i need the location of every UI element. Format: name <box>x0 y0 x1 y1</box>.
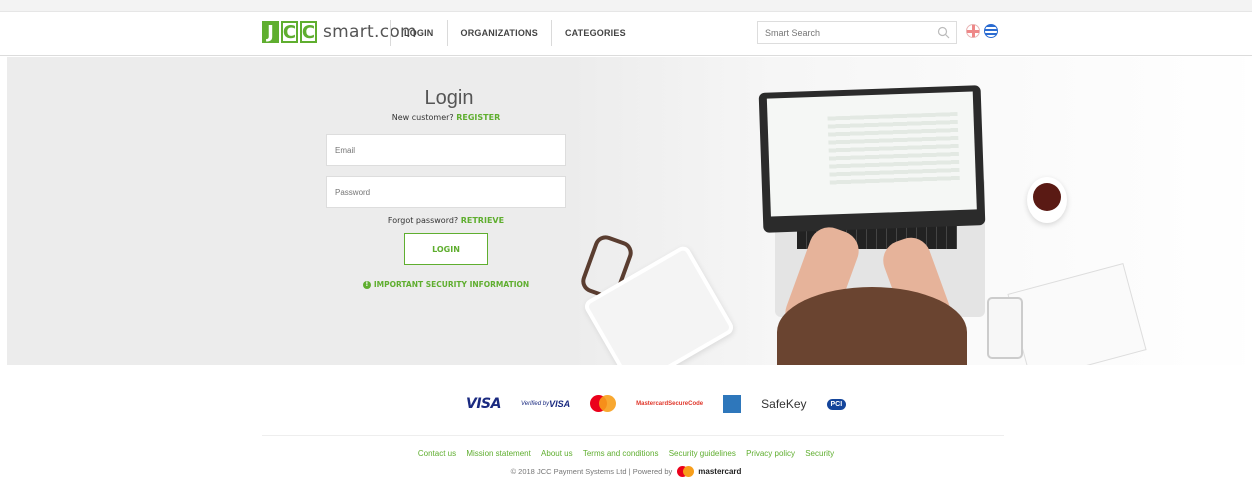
footer-link-about[interactable]: About us <box>541 449 573 458</box>
coffee-cup-image <box>1027 177 1067 223</box>
verified-visa-text: VISA <box>549 398 571 409</box>
footer-link-security[interactable]: Security <box>805 449 834 458</box>
footer-link-contact[interactable]: Contact us <box>418 449 456 458</box>
amex-logo <box>723 395 742 413</box>
mastercard-wordmark: mastercard <box>698 467 742 476</box>
mastercard-small-logo <box>677 466 695 477</box>
smart-search <box>757 21 957 44</box>
logo-letter-c2: C <box>300 21 317 43</box>
mastercard-securecode-logo: Mastercard SecureCode <box>636 400 703 408</box>
footer-links: Contact us Mission statement About us Te… <box>0 449 1252 458</box>
mc-sc-line1: Mastercard <box>636 401 669 407</box>
verified-by-text: Verified by <box>520 400 550 407</box>
info-icon: ! <box>362 280 371 289</box>
mastercard-logo <box>590 395 617 413</box>
pci-logo: PCI <box>826 398 847 410</box>
login-form: Login New customer? REGISTER Forgot pass… <box>326 87 566 289</box>
hero-banner <box>7 57 1245 365</box>
visa-logo: VISA <box>466 396 501 412</box>
logo-letter-j: J <box>262 21 279 43</box>
new-customer-text: New customer? <box>391 113 454 122</box>
footer-link-terms[interactable]: Terms and conditions <box>583 449 659 458</box>
site-header: J C C smart.com LOGIN ORGANIZATIONS CATE… <box>0 12 1252 56</box>
password-field[interactable] <box>326 176 566 208</box>
login-title: Login <box>424 87 474 109</box>
nav-organizations[interactable]: ORGANIZATIONS <box>446 20 551 46</box>
email-field[interactable] <box>326 134 566 166</box>
security-info-text: IMPORTANT SECURITY INFORMATION <box>373 280 530 289</box>
nav-login[interactable]: LOGIN <box>390 20 447 46</box>
powered-by-text: Powered by <box>632 467 673 476</box>
nav-categories[interactable]: CATEGORIES <box>550 20 639 46</box>
logo-letter-c1: C <box>281 21 298 43</box>
search-icon[interactable] <box>937 26 950 39</box>
search-input[interactable] <box>758 22 928 43</box>
payment-logos: VISA Verified by VISA Mastercard SecureC… <box>466 393 866 415</box>
login-button[interactable]: LOGIN <box>404 233 488 265</box>
copyright-text: © 2018 JCC Payment Systems Ltd <box>510 467 627 476</box>
forgot-password-text: Forgot password? <box>387 216 459 225</box>
register-link[interactable]: REGISTER <box>456 113 500 122</box>
footer-link-security-guidelines[interactable]: Security guidelines <box>669 449 736 458</box>
english-flag-icon[interactable] <box>966 24 980 38</box>
security-info-link[interactable]: ! IMPORTANT SECURITY INFORMATION <box>326 280 566 289</box>
phone-image <box>987 297 1023 359</box>
verified-by-visa-logo: Verified by VISA <box>520 398 571 409</box>
forgot-password-line: Forgot password? RETRIEVE <box>326 216 566 225</box>
main-nav: LOGIN ORGANIZATIONS CATEGORIES <box>390 20 639 46</box>
mc-sc-line2: SecureCode <box>668 401 704 407</box>
safekey-logo: SafeKey <box>761 397 807 411</box>
browser-top-strip <box>0 0 1252 12</box>
footer-link-mission[interactable]: Mission statement <box>466 449 530 458</box>
new-customer-line: New customer? REGISTER <box>326 113 566 122</box>
footer-divider <box>262 435 1004 436</box>
copyright-line: © 2018 JCC Payment Systems Ltd | Powered… <box>0 466 1252 477</box>
greek-flag-icon[interactable] <box>984 24 998 38</box>
laptop-screen-image <box>758 85 986 233</box>
footer-link-privacy[interactable]: Privacy policy <box>746 449 795 458</box>
retrieve-link[interactable]: RETRIEVE <box>461 216 504 225</box>
